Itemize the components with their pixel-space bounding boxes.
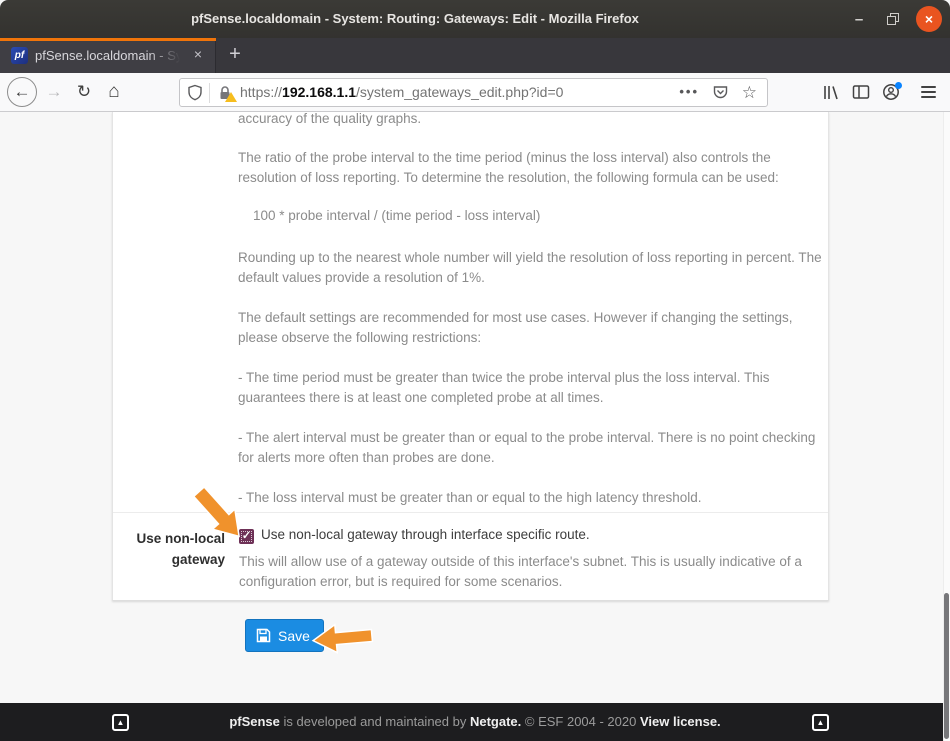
footer-view-license-link[interactable]: View license.	[640, 714, 721, 729]
window-title: pfSense.localdomain - System: Routing: G…	[0, 0, 830, 38]
close-button[interactable]: ×	[916, 6, 942, 32]
new-tab-button[interactable]: +	[222, 42, 248, 68]
close-icon: ×	[925, 11, 933, 27]
hamburger-icon	[921, 86, 936, 88]
footer-text: pfSense is developed and maintained by N…	[0, 703, 950, 741]
restore-icon	[886, 12, 900, 26]
use-nonlocal-gateway-label: Use non-local gateway	[110, 528, 225, 570]
scroll-to-top-button[interactable]: ▲	[112, 714, 129, 731]
save-button-label: Save	[278, 628, 310, 644]
up-arrow-icon: ▲	[117, 719, 125, 727]
help-paragraph: - The time period must be greater than t…	[238, 368, 830, 408]
url-bar[interactable]: https://192.168.1.1/system_gateways_edit…	[179, 78, 768, 107]
help-paragraph: The default settings are recommended for…	[238, 308, 830, 348]
row-divider	[113, 512, 828, 513]
reload-icon: ↻	[77, 82, 91, 102]
minimize-button[interactable]: –	[846, 6, 872, 32]
pocket-icon[interactable]	[712, 84, 729, 101]
scrollbar-thumb[interactable]	[944, 593, 949, 739]
back-button[interactable]: ←	[6, 73, 38, 111]
checkbox-option-label: Use non-local gateway through interface …	[261, 527, 590, 542]
help-paragraph: accuracy of the quality graphs.	[238, 109, 830, 129]
home-button[interactable]: ⌂	[102, 73, 126, 111]
bookmark-star-icon[interactable]: ☆	[742, 79, 757, 106]
navigation-toolbar: ← → ↻ ⌂ https://192.168.1.1/system_gatew…	[0, 73, 950, 112]
forward-button[interactable]: →	[42, 73, 66, 111]
url-scheme: https://	[240, 84, 282, 100]
page-actions-icon[interactable]: •••	[679, 79, 699, 106]
url-text[interactable]: https://192.168.1.1/system_gateways_edit…	[240, 79, 563, 106]
account-button[interactable]	[878, 73, 904, 111]
pfsense-favicon-icon: pf	[11, 47, 28, 64]
use-nonlocal-gateway-checkbox[interactable]: ✓	[239, 529, 254, 544]
urlbar-separator	[209, 83, 210, 103]
library-button[interactable]	[818, 73, 844, 111]
warning-triangle-icon	[225, 92, 237, 102]
footer-brand: pfSense	[229, 714, 280, 729]
checkmark-icon: ✓	[242, 531, 251, 542]
help-paragraph: The ratio of the probe interval to the t…	[238, 148, 830, 188]
sidebar-icon	[852, 84, 870, 100]
active-tab-indicator	[0, 38, 216, 41]
reload-button[interactable]: ↻	[72, 73, 96, 111]
tracking-protection-shield-icon[interactable]	[187, 84, 203, 101]
window-titlebar: pfSense.localdomain - System: Routing: G…	[0, 0, 950, 38]
library-icon	[822, 84, 840, 101]
save-button[interactable]: Save	[245, 619, 324, 652]
sidebar-button[interactable]	[848, 73, 874, 111]
scroll-to-top-button[interactable]: ▲	[812, 714, 829, 731]
loss-resolution-formula: 100 * probe interval / (time period - lo…	[253, 208, 540, 223]
help-paragraph: Rounding up to the nearest whole number …	[238, 248, 830, 288]
floppy-save-icon	[256, 628, 271, 643]
footer-netgate-link[interactable]: Netgate.	[470, 714, 521, 729]
up-arrow-icon: ▲	[817, 719, 825, 727]
back-icon: ←	[14, 82, 31, 102]
checkbox-help-text: This will allow use of a gateway outside…	[239, 552, 824, 592]
active-tab[interactable]: pf pfSense.localdomain - Sy ×	[0, 38, 216, 73]
page-footer: pfSense is developed and maintained by N…	[0, 703, 950, 741]
help-paragraph: - The loss interval must be greater than…	[238, 488, 830, 508]
tab-bar: pf pfSense.localdomain - Sy × +	[0, 38, 950, 73]
url-domain: 192.168.1.1	[282, 84, 356, 100]
tab-title-fade	[148, 44, 188, 68]
hamburger-menu-button[interactable]	[914, 73, 942, 111]
home-icon: ⌂	[108, 81, 119, 103]
tab-close-icon[interactable]: ×	[189, 46, 207, 64]
url-path: /system_gateways_edit.php?id=0	[356, 84, 563, 100]
account-notification-dot	[895, 82, 902, 89]
maximize-button[interactable]	[880, 6, 906, 32]
forward-icon: →	[46, 82, 63, 102]
help-paragraph: - The alert interval must be greater tha…	[238, 428, 830, 468]
firefox-window: pfSense.localdomain - System: Routing: G…	[0, 0, 950, 741]
